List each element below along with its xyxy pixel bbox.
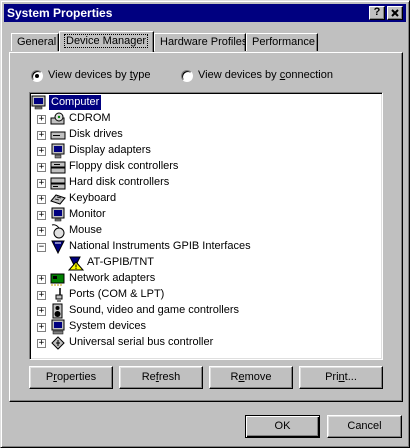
remove-button[interactable]: Remove <box>209 366 293 389</box>
tree-item-sound-video-game[interactable]: + Sound, video and game controllers <box>30 303 380 319</box>
gpib-icon <box>51 240 65 255</box>
keyboard-icon <box>50 194 66 205</box>
view-by-connection-label: View devices by connection <box>198 69 333 81</box>
tree-item-label: CDROM <box>69 112 111 124</box>
tree-item-label: Monitor <box>69 208 106 220</box>
tab-general[interactable]: General <box>11 33 59 51</box>
tab-performance-label: Performance <box>252 36 315 48</box>
tree-item-label: Hard disk controllers <box>69 176 170 188</box>
device-tree[interactable]: Computer + CDROM + Disk drives + Display… <box>29 92 383 360</box>
monitor-icon <box>51 207 65 222</box>
tree-item-label: Disk drives <box>69 128 123 140</box>
tab-device-manager-label: Device Manager <box>63 34 149 48</box>
device-manager-panel: View devices by type View devices by con… <box>9 52 403 402</box>
window-title: System Properties <box>7 6 113 20</box>
expand-toggle[interactable]: + <box>37 211 46 220</box>
disk-drive-icon <box>50 131 66 140</box>
tree-item-label: Display adapters <box>69 144 151 156</box>
tree-item-label: Universal serial bus controller <box>69 336 214 348</box>
expand-toggle[interactable]: + <box>37 323 46 332</box>
display-adapter-icon <box>51 143 65 159</box>
ports-icon <box>55 288 63 302</box>
help-button[interactable]: ? <box>369 6 385 20</box>
print-button[interactable]: Print... <box>299 366 383 389</box>
tree-item-monitor[interactable]: + Monitor <box>30 207 380 223</box>
network-adapter-icon <box>50 273 65 286</box>
expand-toggle[interactable]: + <box>37 291 46 300</box>
tree-item-display-adapters[interactable]: + Display adapters <box>30 143 380 159</box>
tab-general-label: General <box>17 36 57 48</box>
tree-item-hard-disk-controllers[interactable]: + Hard disk controllers <box>30 175 380 191</box>
tree-item-label: Ports (COM & LPT) <box>69 288 165 300</box>
tree-root-label: Computer <box>49 95 102 110</box>
tab-hardware-profiles-label: Hardware Profiles <box>160 36 248 48</box>
tab-strip: General Device Manager Hardware Profiles… <box>1 31 410 53</box>
tree-item-label: Keyboard <box>69 192 117 204</box>
floppy-controller-icon <box>50 161 66 174</box>
close-icon <box>391 9 399 17</box>
expand-toggle[interactable]: + <box>37 163 46 172</box>
tree-item-label: Network adapters <box>69 272 156 284</box>
view-by-type-label: View devices by type <box>48 69 151 81</box>
sound-icon <box>52 303 63 319</box>
warning-device-icon <box>68 256 84 271</box>
title-bar[interactable]: System Properties ? <box>4 4 406 22</box>
tree-item-usb-controller[interactable]: + Universal serial bus controller <box>30 335 380 351</box>
expand-toggle[interactable]: + <box>37 115 46 124</box>
system-properties-window: System Properties ? General Device Manag… <box>0 0 410 448</box>
ok-button[interactable]: OK <box>245 415 320 438</box>
tree-item-ports[interactable]: + Ports (COM & LPT) <box>30 287 380 303</box>
tree-item-network-adapters[interactable]: + Network adapters <box>30 271 380 287</box>
expand-toggle[interactable]: + <box>37 275 46 284</box>
radio-circle <box>31 70 43 82</box>
cdrom-icon <box>50 112 65 125</box>
tab-performance[interactable]: Performance <box>246 33 318 51</box>
tree-item-mouse[interactable]: + Mouse <box>30 223 380 239</box>
tree-item-label: System devices <box>69 320 147 332</box>
tree-item-system-devices[interactable]: + System devices <box>30 319 380 335</box>
refresh-button[interactable]: Refresh <box>119 366 203 389</box>
expand-toggle[interactable]: + <box>37 195 46 204</box>
hard-disk-controller-icon <box>50 177 66 190</box>
expand-toggle[interactable]: + <box>37 179 46 188</box>
close-button[interactable] <box>387 6 403 20</box>
tree-item-disk-drives[interactable]: + Disk drives <box>30 127 380 143</box>
help-icon: ? <box>373 6 381 18</box>
expand-toggle[interactable]: + <box>37 131 46 140</box>
expand-toggle[interactable]: + <box>37 147 46 156</box>
expand-toggle[interactable]: + <box>37 339 46 348</box>
tab-hardware-profiles[interactable]: Hardware Profiles <box>154 33 248 51</box>
tree-item-label: Floppy disk controllers <box>69 160 179 172</box>
mouse-icon <box>51 224 65 239</box>
expand-toggle[interactable]: + <box>37 227 46 236</box>
usb-icon <box>51 336 65 350</box>
tree-item-label: Mouse <box>69 224 103 236</box>
radio-circle <box>181 70 193 82</box>
radio-dot <box>35 74 39 78</box>
system-devices-icon <box>51 319 65 335</box>
computer-icon <box>31 95 46 110</box>
properties-button[interactable]: Properties <box>29 366 113 389</box>
cancel-button[interactable]: Cancel <box>327 415 402 438</box>
tab-device-manager[interactable]: Device Manager <box>59 31 154 52</box>
tree-item-label: Sound, video and game controllers <box>69 304 239 316</box>
expand-toggle[interactable]: + <box>37 307 46 316</box>
tree-item-floppy-controllers[interactable]: + Floppy disk controllers <box>30 159 380 175</box>
tree-item-cdrom[interactable]: + CDROM <box>30 111 380 127</box>
tree-root-computer[interactable]: Computer <box>30 95 380 111</box>
tree-item-at-gpib-tnt[interactable]: AT-GPIB/TNT <box>30 255 380 271</box>
tree-item-gpib-interfaces[interactable]: − National Instruments GPIB Interfaces <box>30 239 380 255</box>
tree-item-label: National Instruments GPIB Interfaces <box>69 240 251 252</box>
tree-item-label: AT-GPIB/TNT <box>87 256 155 268</box>
tree-item-keyboard[interactable]: + Keyboard <box>30 191 380 207</box>
collapse-toggle[interactable]: − <box>37 243 46 252</box>
